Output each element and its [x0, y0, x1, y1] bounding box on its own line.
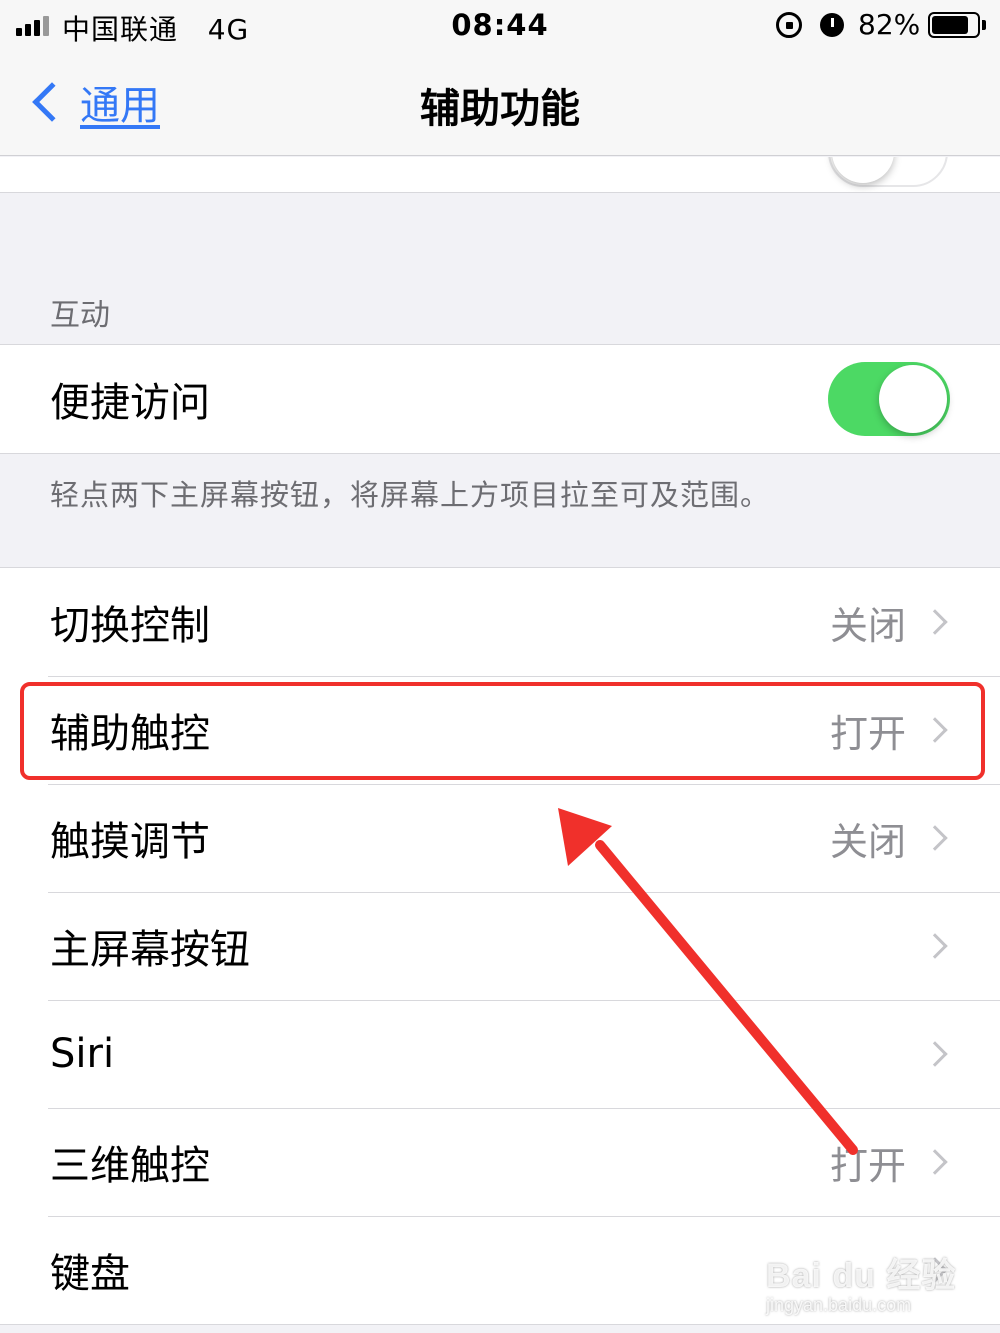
chevron-right-icon: [922, 717, 948, 743]
list-item-touch-accommodations[interactable]: 触摸调节 关闭: [0, 784, 1000, 892]
list-item-home-button[interactable]: 主屏幕按钮: [0, 892, 1000, 1000]
list-item-siri[interactable]: Siri: [0, 1000, 1000, 1108]
reachability-footnote: 轻点两下主屏幕按钮，将屏幕上方项目拉至可及范围。: [50, 478, 771, 512]
chevron-right-icon: [922, 933, 948, 959]
row-label: 触摸调节: [50, 819, 210, 865]
row-label: 三维触控: [50, 1143, 210, 1189]
row-label: Siri: [50, 1031, 115, 1077]
reachability-toggle[interactable]: [828, 362, 950, 436]
navigation-bar: 通用 辅助功能: [0, 52, 1000, 156]
list-item-3d-touch[interactable]: 三维触控 打开: [0, 1108, 1000, 1216]
row-label: 键盘: [50, 1251, 130, 1297]
alarm-icon: [820, 13, 844, 37]
battery-percent: 82%: [858, 8, 921, 41]
rotation-lock-icon: [776, 12, 802, 38]
row-value: 打开: [829, 711, 906, 756]
list-item-switch-control[interactable]: 切换控制 关闭: [0, 568, 1000, 676]
section-header-interaction: 互动: [50, 298, 110, 333]
row-value: 关闭: [829, 603, 906, 648]
chevron-right-icon: [922, 1149, 948, 1175]
row-label: 主屏幕按钮: [50, 927, 250, 973]
row-label: 辅助触控: [50, 711, 210, 757]
watermark-logo: Bai du 经验 jingyan.baidu.com: [766, 1257, 957, 1315]
toggle-switch-clipped[interactable]: [828, 157, 948, 187]
page-title: 辅助功能: [420, 86, 580, 132]
accessibility-list: 切换控制 关闭 辅助触控 打开 触摸调节 关闭 主屏幕按钮 Siri 三维触控 …: [0, 567, 1000, 1325]
status-bar: 中国联通 4G 08:44 82%: [0, 0, 1000, 52]
battery-icon: [928, 12, 980, 38]
chevron-right-icon: [922, 825, 948, 851]
clock: 08:44: [451, 8, 549, 42]
row-label: 切换控制: [50, 603, 210, 649]
chevron-right-icon: [922, 609, 948, 635]
row-value: 打开: [829, 1143, 906, 1188]
list-item-assistive-touch[interactable]: 辅助触控 打开: [0, 676, 1000, 784]
partial-row-clipped: [0, 157, 1000, 193]
reachability-group: 便捷访问: [0, 344, 1000, 454]
reachability-label: 便捷访问: [50, 380, 210, 426]
row-value: 关闭: [829, 819, 906, 864]
reachability-row[interactable]: 便捷访问: [0, 345, 1000, 453]
chevron-right-icon: [922, 1041, 948, 1067]
